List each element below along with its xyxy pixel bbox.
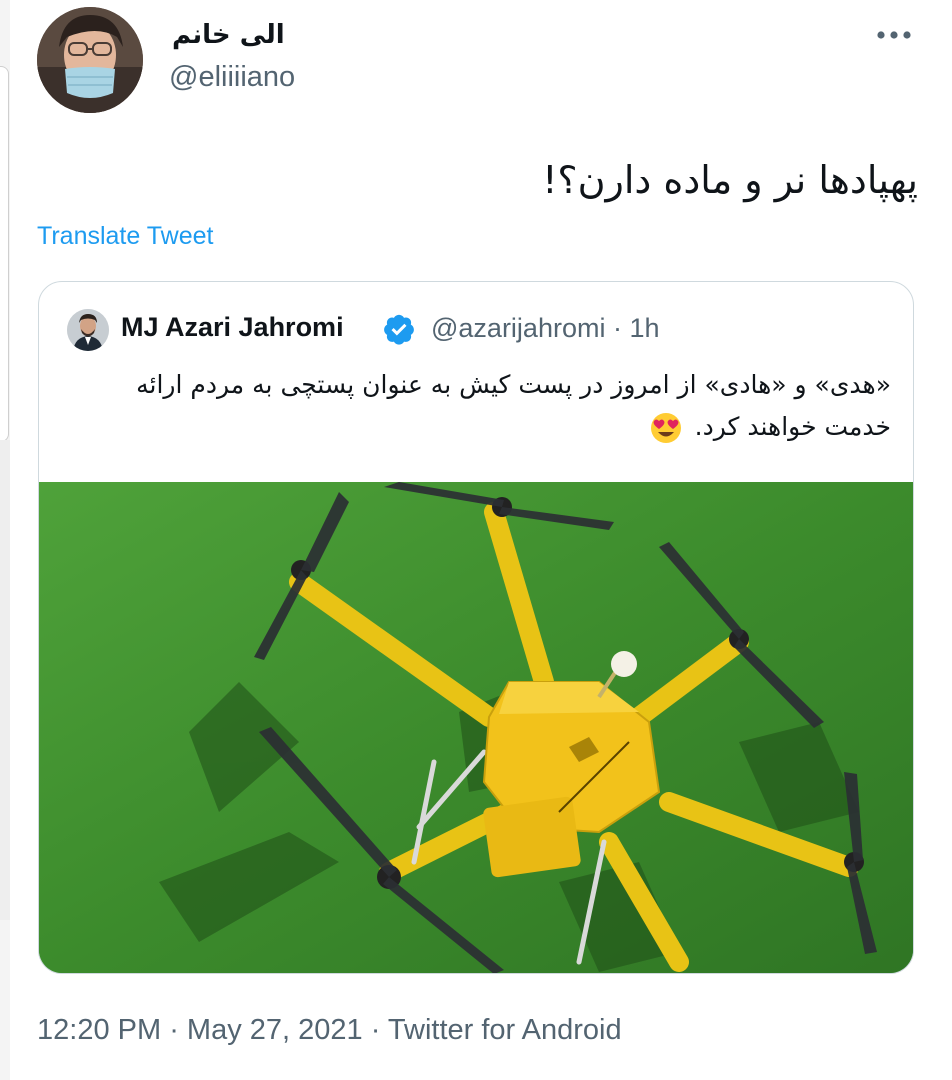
quoted-author-name[interactable]: MJ Azari Jahromi xyxy=(121,312,344,343)
tweet-meta: 12:20 PM · May 27, 2021 · Twitter for An… xyxy=(37,1014,622,1047)
tweet-date[interactable]: May 27, 2021 xyxy=(187,1014,363,1046)
window-edge xyxy=(0,0,10,1080)
meta-separator: · xyxy=(362,1014,388,1046)
scroll-thumb[interactable] xyxy=(0,66,9,442)
quoted-tweet-text: «هدی» و «هادی» از امروز در پست کیش به عن… xyxy=(91,364,891,448)
quoted-tweet-text-content: «هدی» و «هادی» از امروز در پست کیش به عن… xyxy=(136,370,891,441)
quoted-avatar-image xyxy=(67,309,109,351)
author-handle[interactable]: @eliiiiano xyxy=(169,61,295,94)
more-options-button[interactable] xyxy=(870,20,918,50)
tweet-time[interactable]: 12:20 PM xyxy=(37,1014,161,1046)
author-avatar[interactable] xyxy=(37,7,143,113)
quoted-handle-time[interactable]: @azarijahromi · 1h xyxy=(431,313,660,344)
quoted-tweet-image[interactable] xyxy=(39,482,913,973)
tweet-text: پهپادها نر و ماده دارن؟! xyxy=(542,158,918,202)
edge-band xyxy=(0,440,10,920)
drone-photo xyxy=(39,482,913,973)
author-avatar-image xyxy=(37,7,143,113)
translate-tweet-link[interactable]: Translate Tweet xyxy=(37,222,213,251)
verified-badge-icon xyxy=(384,314,414,345)
more-dots-icon xyxy=(877,31,911,39)
tweet-source[interactable]: Twitter for Android xyxy=(388,1014,622,1046)
heart-eyes-emoji-icon xyxy=(650,413,681,443)
meta-separator: · xyxy=(161,1014,187,1046)
author-display-name[interactable]: الی خانم xyxy=(172,20,285,50)
quoted-author-avatar[interactable] xyxy=(67,309,109,351)
quoted-tweet-card[interactable]: MJ Azari Jahromi @azarijahromi · 1h «هدی… xyxy=(38,281,914,974)
